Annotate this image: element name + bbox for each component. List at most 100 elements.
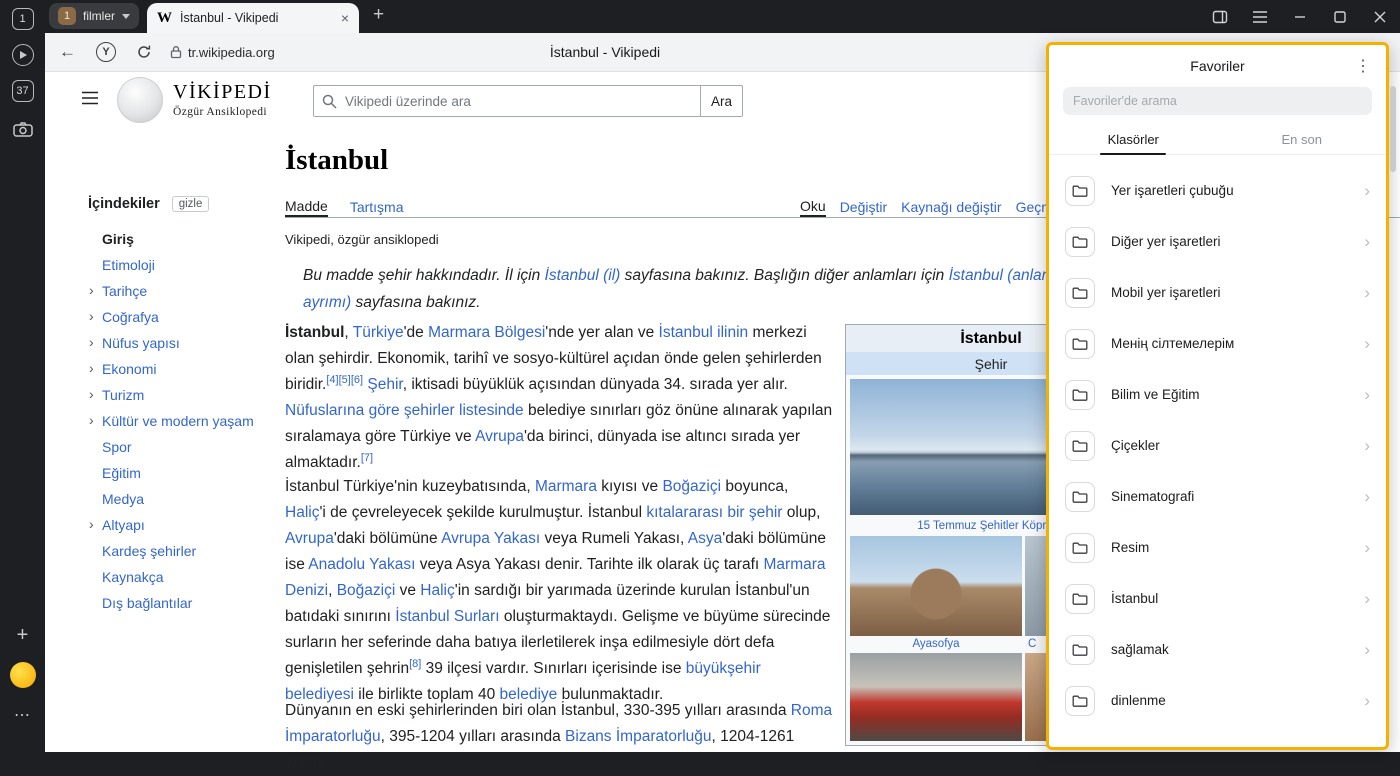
maximize-window-icon[interactable]	[1320, 0, 1360, 33]
browser-menu-icon[interactable]	[1240, 0, 1280, 33]
video-player-icon[interactable]	[12, 44, 34, 66]
tabs-panel-count: 1	[19, 13, 25, 25]
browser-side-rail: 1 37 + ⋯	[0, 0, 45, 752]
toc-item[interactable]: Kültür ve modern yaşam	[88, 408, 300, 434]
favorites-folder-item[interactable]: Resim	[1049, 522, 1386, 573]
infobox-image-tram[interactable]	[850, 653, 1022, 741]
side-panel-toggle-icon[interactable]	[1200, 0, 1240, 33]
toc-item[interactable]: Eğitim	[88, 460, 300, 486]
wiki-search-button[interactable]: Ara	[700, 85, 743, 117]
wikipedia-logo[interactable]	[117, 77, 163, 123]
chevron-right-icon	[1364, 181, 1370, 201]
yandex-service-icon[interactable]: Y	[96, 42, 116, 62]
toc-list: GirişEtimolojiTarihçeCoğrafyaNüfus yapıs…	[88, 226, 300, 616]
tab-group[interactable]: 1 filmler	[49, 3, 139, 29]
toc-item[interactable]: Dış bağlantılar	[88, 590, 300, 616]
folder-icon	[1065, 686, 1095, 716]
favorites-header: Favoriler ⋮	[1049, 45, 1386, 87]
alice-assistant-icon[interactable]	[10, 662, 36, 688]
namespace-tab[interactable]: Tartışma	[350, 196, 404, 217]
favorites-tab[interactable]: En son	[1218, 125, 1387, 154]
active-tab[interactable]: W İstanbul - Vikipedi ×	[147, 3, 359, 33]
rail-bottom-group: + ⋯	[10, 622, 36, 742]
view-tab[interactable]: Oku	[800, 196, 826, 217]
address-bar[interactable]: tr.wikipedia.org	[170, 45, 275, 60]
favorites-search-box[interactable]	[1063, 87, 1372, 115]
folder-icon	[1065, 635, 1095, 665]
favorites-folder-item[interactable]: İstanbul	[1049, 573, 1386, 624]
favorites-folder-item[interactable]: dinlenme	[1049, 675, 1386, 726]
chevron-right-icon	[1364, 436, 1370, 456]
add-panel-icon[interactable]: +	[10, 622, 36, 648]
favorites-search-input[interactable]	[1073, 94, 1362, 108]
close-window-icon[interactable]	[1360, 0, 1400, 33]
folder-icon	[1065, 482, 1095, 512]
namespace-tabs: Madde Tartışma	[285, 196, 404, 217]
folder-icon	[1065, 278, 1095, 308]
toc-hide-button[interactable]: gizle	[172, 196, 210, 212]
infobox-image-ayasofya[interactable]	[850, 536, 1022, 636]
article-paragraph-3: Dünyanın en eski şehirlerinden biri olan…	[285, 698, 833, 776]
tab-group-label: filmler	[83, 9, 115, 23]
back-icon[interactable]: ←	[59, 42, 76, 62]
more-options-icon[interactable]: ⋯	[10, 702, 36, 728]
kebab-menu-icon[interactable]: ⋮	[1355, 56, 1371, 76]
toc-item[interactable]: Nüfus yapısı	[88, 330, 300, 356]
screenshot-camera-icon[interactable]	[10, 116, 36, 142]
toc-item[interactable]: Spor	[88, 434, 300, 460]
favorites-folder-item[interactable]: Çiçekler	[1049, 420, 1386, 471]
site-tagline: Vikipedi, özgür ansiklopedi	[285, 232, 439, 247]
scrollbar-thumb[interactable]	[1390, 86, 1396, 172]
favorites-folder-item[interactable]: Yer işaretleri çubuğu	[1049, 165, 1386, 216]
favorites-folder-item[interactable]: Diğer yer işaretleri	[1049, 216, 1386, 267]
favorites-folder-item[interactable]: Mobil yer işaretleri	[1049, 267, 1386, 318]
view-tab[interactable]: Kaynağı değiştir	[901, 196, 1001, 217]
toc-item[interactable]: Turizm	[88, 382, 300, 408]
wiki-search-box[interactable]	[313, 85, 701, 117]
chevron-right-icon	[1364, 283, 1370, 303]
toc-item[interactable]: Tarihçe	[88, 278, 300, 304]
counter-value: 37	[16, 85, 28, 97]
toc-item[interactable]: Coğrafya	[88, 304, 300, 330]
search-icon	[322, 94, 337, 109]
lock-icon	[170, 45, 182, 59]
counter-badge[interactable]: 37	[12, 80, 34, 102]
window-page-title: İstanbul - Vikipedi	[550, 44, 660, 60]
tabs-panel-badge[interactable]: 1	[12, 8, 34, 30]
favorites-folder-item[interactable]: Менің сілтемелерім	[1049, 318, 1386, 369]
chevron-right-icon	[1364, 589, 1370, 609]
toc-item[interactable]: Giriş	[88, 226, 300, 252]
toc-item[interactable]: Kaynakça	[88, 564, 300, 590]
new-tab-button[interactable]: +	[373, 4, 384, 26]
table-of-contents: İçindekiler gizle GirişEtimolojiTarihçeC…	[88, 196, 300, 616]
article-title: İstanbul	[285, 144, 388, 177]
toc-item[interactable]: Altyapı	[88, 512, 300, 538]
favorites-folder-item[interactable]: sağlamak	[1049, 624, 1386, 675]
toc-item[interactable]: Medya	[88, 486, 300, 512]
wikipedia-wordmark[interactable]: VİKİPEDİ Özgür Ansiklopedi	[173, 81, 272, 118]
favorites-tab[interactable]: Klasörler	[1049, 125, 1218, 154]
refresh-icon[interactable]	[136, 44, 152, 60]
toc-item[interactable]: Ekonomi	[88, 356, 300, 382]
url-text: tr.wikipedia.org	[188, 45, 275, 60]
folder-label: İstanbul	[1111, 591, 1364, 606]
favorites-folder-item[interactable]: Bilim ve Eğitim	[1049, 369, 1386, 420]
view-tab[interactable]: Değiştir	[840, 196, 887, 217]
favorites-folder-item[interactable]: Sinematografi	[1049, 471, 1386, 522]
minimize-window-icon[interactable]	[1280, 0, 1320, 33]
close-tab-icon[interactable]: ×	[341, 10, 349, 26]
toc-item[interactable]: Etimoloji	[88, 252, 300, 278]
chevron-down-icon	[122, 14, 130, 19]
chevron-right-icon	[1364, 385, 1370, 405]
article-paragraph-1: İstanbul, Türkiye'de Marmara Bölgesi'nde…	[285, 320, 833, 476]
folder-label: sağlamak	[1111, 642, 1364, 657]
namespace-tab[interactable]: Madde	[285, 196, 328, 217]
folder-label: Resim	[1111, 540, 1364, 555]
window-controls	[1200, 0, 1400, 33]
folder-icon	[1065, 584, 1095, 614]
toc-item[interactable]: Kardeş şehirler	[88, 538, 300, 564]
wiki-search-input[interactable]	[345, 94, 700, 109]
wiki-menu-icon[interactable]	[81, 91, 99, 110]
infobox-caption-ayasofya[interactable]: Ayasofya	[850, 636, 1022, 653]
folder-label: dinlenme	[1111, 693, 1364, 708]
